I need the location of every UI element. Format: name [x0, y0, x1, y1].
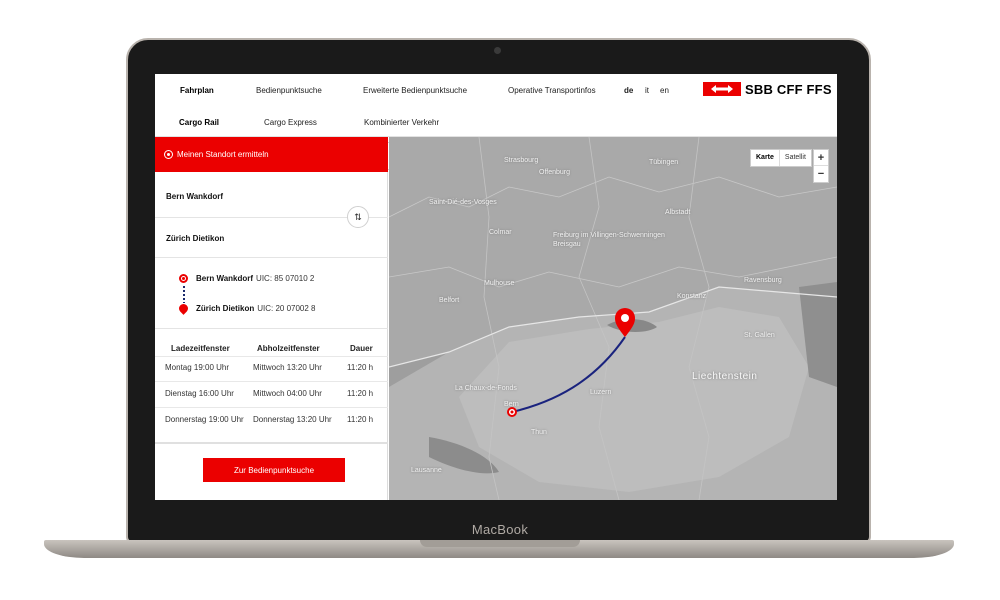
field-divider	[155, 257, 388, 258]
nav-erweiterte-bedienpunktsuche[interactable]: Erweiterte Bedienpunktsuche	[363, 86, 467, 95]
route-line-icon	[183, 286, 185, 303]
map-label-freiburg: Freiburg im Villingen-Schwenningen	[553, 232, 665, 239]
lang-it[interactable]: it	[645, 86, 649, 95]
table-cell: Dienstag 16:00 Uhr	[165, 389, 234, 398]
map-label-bern: Bern	[504, 401, 519, 408]
table-cell: 11:20 h	[347, 415, 374, 424]
table-cell: Donnerstag 19:00 Uhr	[165, 415, 244, 424]
table-header-ladezeitfenster: Ladezeitfenster	[171, 344, 230, 353]
table-cell: Mittwoch 04:00 Uhr	[253, 389, 322, 398]
table-header-dauer: Dauer	[350, 344, 373, 353]
map-label-stgallen: St. Gallen	[744, 332, 775, 339]
table-divider	[155, 381, 388, 382]
nav-kombinierter-verkehr[interactable]: Kombinierter Verkehr	[364, 118, 439, 127]
nav-cargo-rail[interactable]: Cargo Rail	[179, 118, 219, 127]
section-divider	[155, 328, 388, 329]
route-origin-station: Bern Wankdorf	[196, 274, 254, 283]
lang-en[interactable]: en	[660, 86, 669, 95]
swap-button[interactable]: ⇅	[347, 206, 369, 228]
map-label-thun: Thun	[531, 429, 547, 436]
origin-marker-icon	[179, 274, 188, 283]
laptop-brand: MacBook	[471, 522, 529, 537]
zoom-control: + −	[813, 149, 829, 183]
top-nav: Fahrplan Bedienpunktsuche Erweiterte Bed…	[155, 74, 837, 137]
table-cell: Donnerstag 13:20 Uhr	[253, 415, 332, 424]
route-origin: Bern Wankdorf UIC: 85 07010 2	[196, 274, 314, 283]
screen: Fahrplan Bedienpunktsuche Erweiterte Bed…	[155, 74, 837, 500]
map-label-lausanne: Lausanne	[411, 467, 442, 474]
map-canvas	[389, 137, 837, 500]
route-destination-uic: UIC: 20 07002 8	[257, 304, 316, 313]
table-divider	[155, 407, 388, 408]
map-type-control: Karte Satellit	[750, 149, 812, 167]
laptop-notch	[420, 540, 580, 547]
laptop-frame: MacBook Fahrplan Bedienpunktsuche Erweit…	[0, 0, 1000, 600]
route-origin-uic: UIC: 85 07010 2	[256, 274, 315, 283]
nav-cargo-express[interactable]: Cargo Express	[264, 118, 317, 127]
locate-me-button[interactable]: Meinen Standort ermitteln	[155, 137, 388, 172]
swap-icon: ⇅	[354, 211, 362, 222]
table-divider	[155, 356, 388, 357]
nav-fahrplan[interactable]: Fahrplan	[180, 86, 214, 95]
table-end-divider	[155, 442, 388, 444]
map-label-liechtenstein: Liechtenstein	[692, 371, 758, 382]
table-header-abholzeitfenster: Abholzeitfenster	[257, 344, 320, 353]
table-cell: 11:20 h	[347, 363, 374, 372]
route-destination-station: Zürich Dietikon	[196, 304, 255, 313]
sbb-arrows-icon	[711, 85, 733, 93]
to-field[interactable]: Zürich Dietikon	[166, 234, 224, 243]
map-type-satellit[interactable]: Satellit	[780, 150, 811, 166]
table-cell: Mittwoch 13:20 Uhr	[253, 363, 322, 372]
map-label-albstadt: Albstadt	[665, 209, 691, 216]
bedienpunktsuche-button[interactable]: Zur Bedienpunktsuche	[203, 458, 345, 482]
map-label-chaux: La Chaux-de-Fonds	[455, 385, 517, 392]
map-label-strasbourg: Strasbourg	[504, 157, 539, 164]
locate-me-label: Meinen Standort ermitteln	[177, 150, 269, 159]
map-label-luzern: Luzern	[590, 389, 612, 396]
lang-de[interactable]: de	[624, 86, 633, 95]
nav-operative-transportinfos[interactable]: Operative Transportinfos	[508, 86, 596, 95]
zoom-out-button[interactable]: −	[814, 166, 828, 182]
webcam	[494, 47, 501, 54]
zoom-in-button[interactable]: +	[814, 150, 828, 166]
sbb-logo-text: SBB CFF FFS	[745, 81, 832, 97]
map-label-tubingen: Tübingen	[649, 159, 679, 166]
table-cell: 11:20 h	[347, 389, 374, 398]
map-label-mulhouse: Mulhouse	[484, 280, 515, 287]
map-label-offenburg: Offenburg	[539, 169, 571, 176]
route-destination: Zürich Dietikon UIC: 20 07002 8	[196, 304, 316, 313]
sbb-logo[interactable]: SBB CFF FFS	[703, 81, 832, 97]
map-label-breisgau: Breisgau	[553, 241, 581, 248]
location-icon	[164, 150, 173, 159]
nav-bedienpunktsuche[interactable]: Bedienpunktsuche	[256, 86, 322, 95]
map-label-belfort: Belfort	[439, 297, 460, 304]
map-label-saint-die: Saint-Dié-des-Vosges	[429, 199, 497, 206]
table-cell: Montag 19:00 Uhr	[165, 363, 230, 372]
map[interactable]: Strasbourg Offenburg Tübingen Saint-Dié-…	[389, 137, 837, 500]
sidebar: Meinen Standort ermitteln Bern Wankdorf …	[155, 137, 388, 500]
map-label-ravensburg: Ravensburg	[744, 277, 782, 284]
map-label-konstanz: Konstanz	[677, 293, 707, 300]
from-field[interactable]: Bern Wankdorf	[166, 192, 223, 201]
map-type-karte[interactable]: Karte	[751, 150, 780, 166]
map-label-colmar: Colmar	[489, 229, 512, 236]
sbb-logo-icon	[703, 82, 741, 96]
destination-pin-icon	[177, 302, 190, 315]
